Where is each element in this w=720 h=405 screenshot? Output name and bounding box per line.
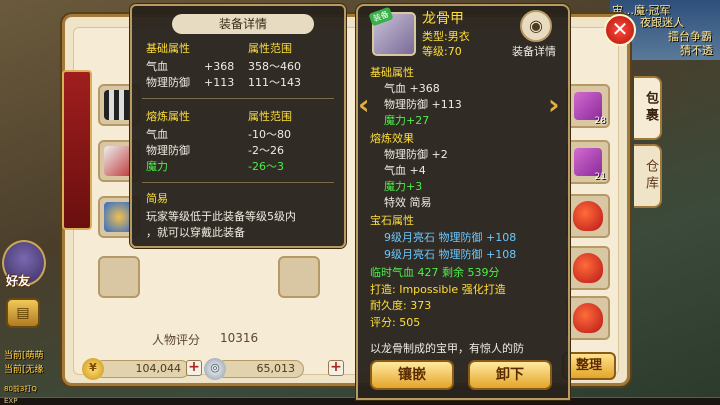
special-effect-desc-2: ，就可以穿戴此装备: [146, 226, 245, 239]
item-base-attr-1: 气血 +368: [384, 82, 440, 95]
item-refine-attr-4: 特效 简易: [384, 196, 432, 209]
compare-tooltip-title: 装备详情: [172, 14, 314, 34]
item-count: 21: [594, 172, 606, 182]
close-icon: ✕: [611, 17, 629, 41]
item-description: 以龙骨制成的宝甲，有惊人的防: [370, 342, 524, 355]
item-rating: 评分: 505: [370, 316, 421, 329]
item-type: 类型:男衣: [422, 30, 470, 43]
equip-slot-empty-1[interactable]: [98, 256, 140, 298]
item-name: 龙骨甲: [422, 11, 464, 27]
special-effect-desc-1: 玩家等级低于此装备等级5级内: [146, 210, 296, 223]
prev-arrow-icon[interactable]: ‹: [358, 88, 370, 121]
status-line-3: 80前3打Q: [4, 385, 37, 393]
add-gold-button[interactable]: +: [186, 360, 202, 376]
item-refine-attr-3: 魔力+3: [384, 180, 423, 193]
base-attr-value-1: +368: [204, 60, 235, 73]
base-attr-range-1: 358～460: [248, 60, 301, 73]
inventory-slot[interactable]: [566, 246, 610, 290]
tab-warehouse[interactable]: 仓库: [634, 144, 662, 208]
equip-detail-label: 装备详情: [512, 45, 556, 58]
gift-bag-icon: [573, 303, 603, 333]
base-attr-title: 基础属性: [146, 42, 190, 55]
inventory-slot[interactable]: [566, 296, 610, 340]
item-gem-attr-2: 9级月亮石 物理防御 +108: [384, 248, 517, 261]
friend-label: 好友: [6, 274, 31, 288]
eye-icon: ◉: [529, 16, 543, 35]
refine-attr-name-1: 气血: [146, 128, 168, 141]
character-score-value: 10316: [220, 331, 259, 345]
status-line-2: 当前[无缘: [4, 365, 44, 375]
refine-attr-range-2: -2～26: [248, 144, 284, 157]
divider: [142, 98, 334, 99]
status-line-1: 当前[萌萌: [4, 351, 44, 361]
equip-slot-empty-2[interactable]: [278, 256, 320, 298]
gold-amount: 104,044: [94, 360, 190, 378]
left-banner-decoration: [62, 70, 92, 230]
gift-bag-icon: [573, 201, 603, 231]
refine-attr-name-3: 魔力: [146, 160, 168, 173]
special-effect-title: 简易: [146, 192, 168, 205]
chat-icon: ▤: [16, 305, 30, 321]
item-gem-attr-1: 9级月亮石 物理防御 +108: [384, 231, 517, 244]
refine-attr-title: 熔炼属性: [146, 110, 190, 123]
exp-label: EXP: [4, 397, 18, 405]
item-forge: 打造: Impossible 强化打造: [370, 283, 506, 296]
base-attr-value-2: +113: [204, 76, 235, 89]
silver-amount: 65,013: [216, 360, 304, 378]
compare-tooltip: 装备详情 基础属性 属性范围 气血 +368 358～460 物理防御 +113…: [130, 4, 346, 248]
item-base-attr-3: 魔力+27: [384, 114, 430, 127]
refine-attr-range-1: -10～80: [248, 128, 291, 141]
add-silver-button[interactable]: +: [328, 360, 344, 376]
item-temp-hp: 临时气血 427 剩余 539分: [370, 266, 500, 279]
close-button[interactable]: ✕: [604, 14, 636, 46]
refine-attr-name-2: 物理防御: [146, 144, 190, 157]
base-attr-range-2: 111～143: [248, 76, 301, 89]
character-score-label: 人物评分: [152, 333, 201, 347]
gold-coin-icon: ¥: [82, 358, 104, 380]
silver-coin-icon: ◎: [204, 358, 226, 380]
base-attr-name-1: 气血: [146, 60, 168, 73]
inventory-slot[interactable]: [566, 194, 610, 238]
arrange-button[interactable]: 整理: [562, 352, 616, 380]
item-gem-title: 宝石属性: [370, 214, 414, 227]
world-name-4: 猜不透: [680, 44, 713, 57]
unequip-button[interactable]: 卸下: [468, 360, 552, 390]
view-detail-button[interactable]: ◉: [520, 10, 552, 42]
item-refine-attr-1: 物理防御 +2: [384, 148, 448, 161]
item-count: 28: [594, 116, 606, 126]
inventory-slot[interactable]: 28: [566, 84, 610, 128]
refine-attr-range-3: -26～3: [248, 160, 284, 173]
tab-bag[interactable]: 包裹: [634, 76, 662, 140]
next-arrow-icon[interactable]: ›: [548, 88, 560, 121]
base-range-title: 属性范围: [248, 42, 292, 55]
gift-bag-icon: [573, 253, 603, 283]
item-base-attr-2: 物理防御 +113: [384, 98, 462, 111]
refine-range-title: 属性范围: [248, 110, 292, 123]
divider: [142, 182, 334, 183]
inlay-button[interactable]: 镶嵌: [370, 360, 454, 390]
item-refine-attr-2: 气血 +4: [384, 164, 426, 177]
inventory-slot[interactable]: 21: [566, 140, 610, 184]
chat-button[interactable]: ▤: [6, 298, 40, 328]
item-base-title: 基础属性: [370, 66, 414, 79]
base-attr-name-2: 物理防御: [146, 76, 190, 89]
item-level: 等级:70: [422, 45, 462, 58]
item-refine-title: 熔炼效果: [370, 132, 414, 145]
item-durability: 耐久度: 373: [370, 299, 432, 312]
